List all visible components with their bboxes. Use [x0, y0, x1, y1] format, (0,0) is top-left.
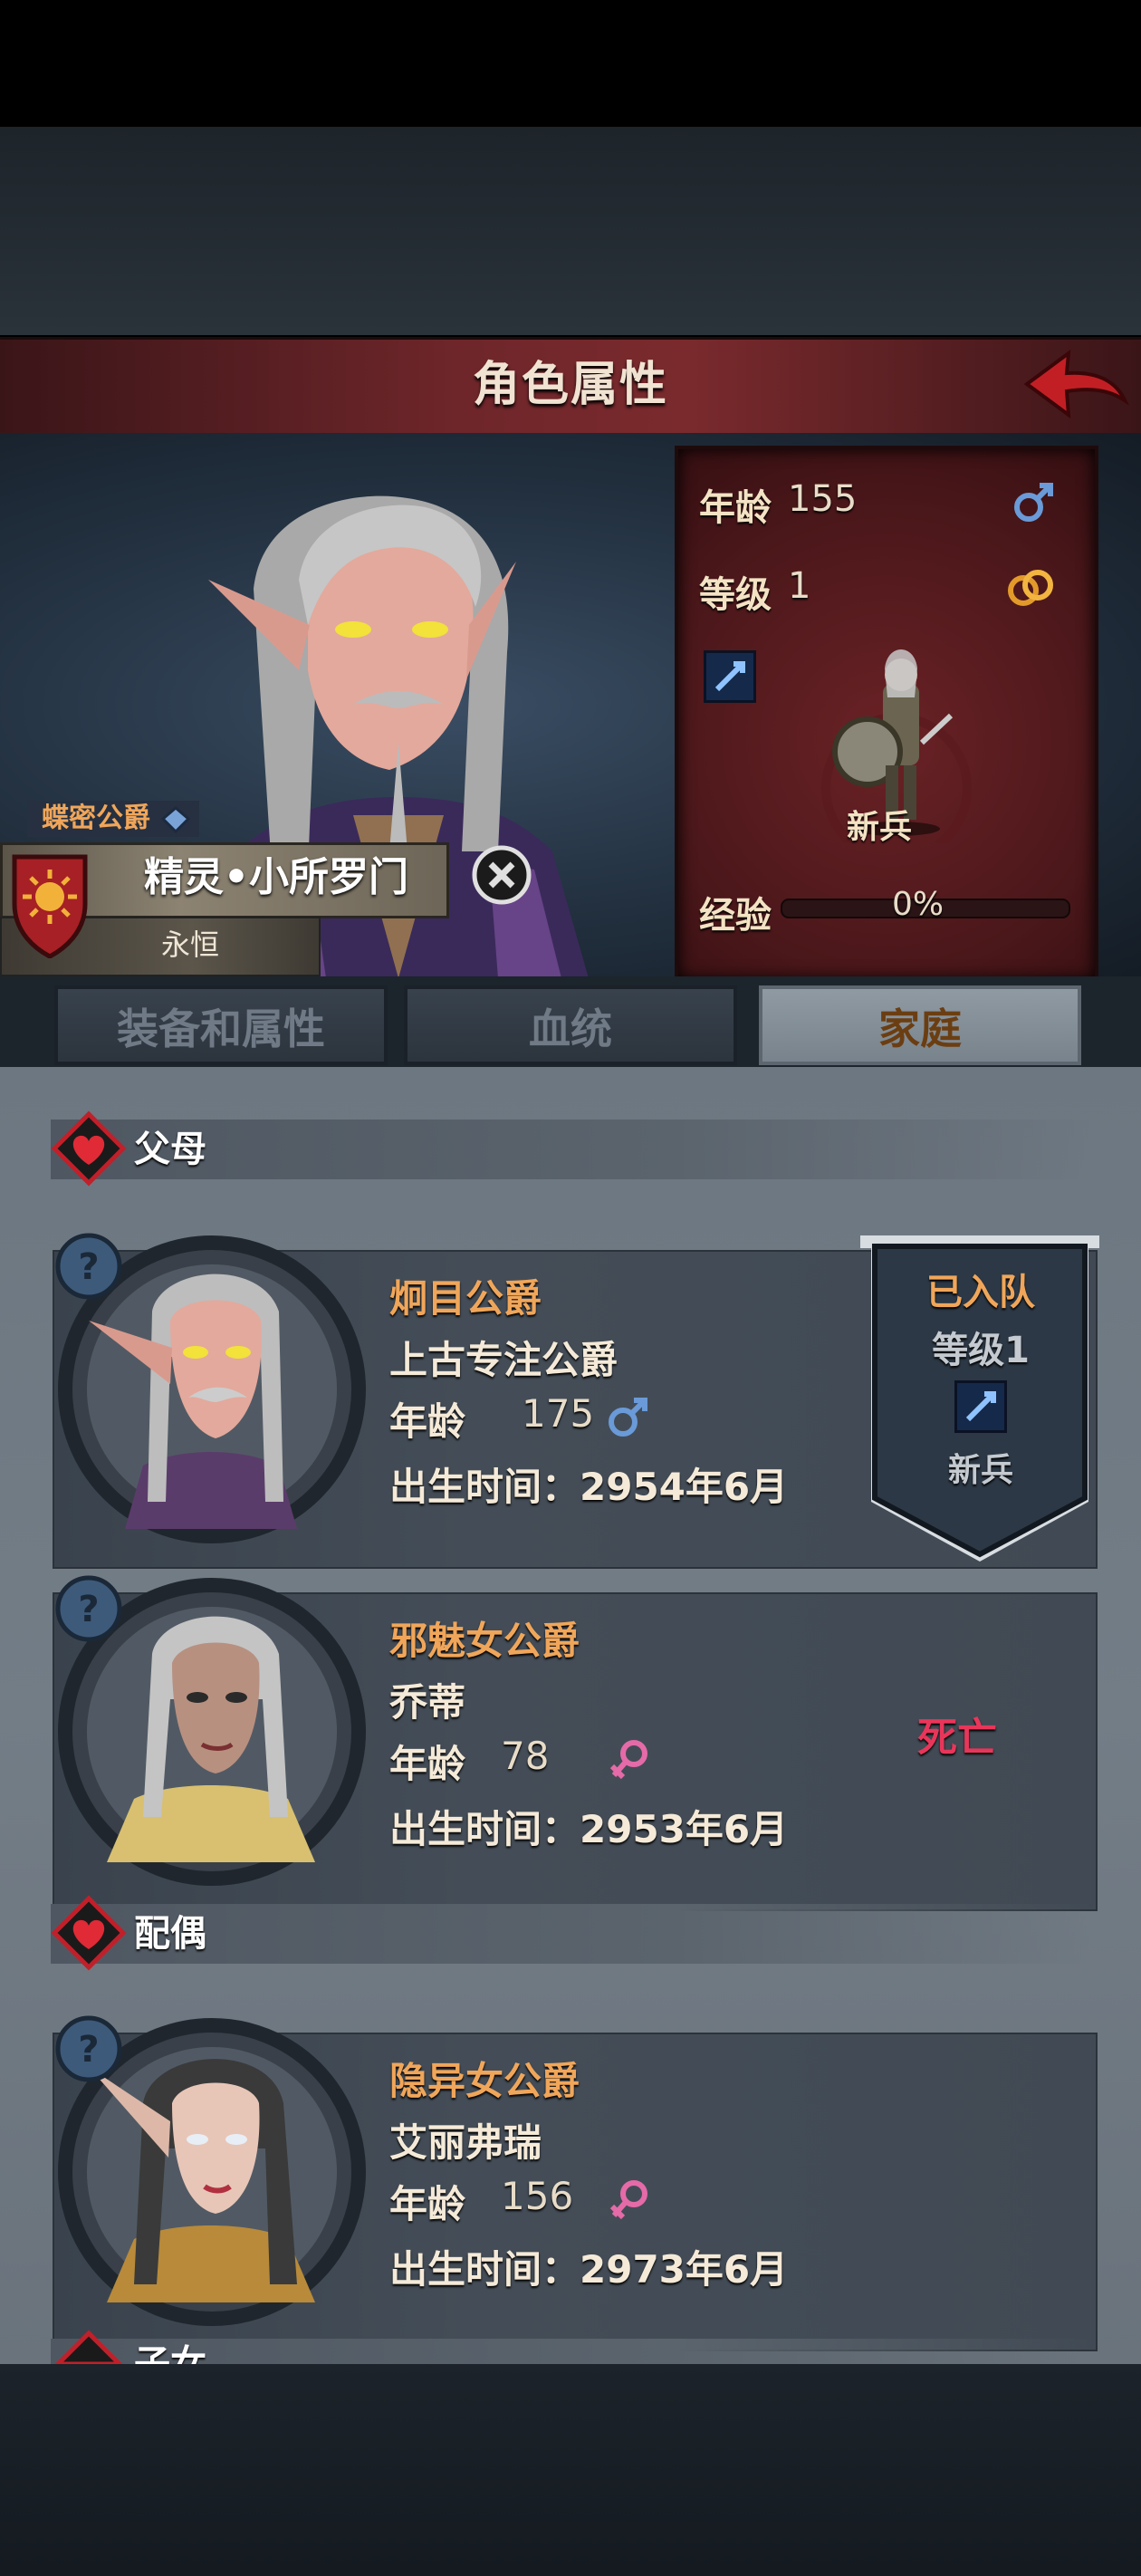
- heart-icon: [51, 1895, 127, 1971]
- female-icon: [609, 1740, 647, 1780]
- age-value: 155: [788, 478, 858, 520]
- member-title: 邪魅女公爵: [389, 1619, 580, 1663]
- member-name: 乔蒂: [389, 1680, 466, 1725]
- age-label: 年龄: [699, 487, 772, 529]
- banner-level: 等级1: [932, 1330, 1030, 1371]
- tab-equipment[interactable]: 装备和属性: [54, 985, 388, 1065]
- soldier-class-label: 新兵: [847, 809, 913, 846]
- family-member-card[interactable]: ? 邪魅女公爵 乔蒂 年龄 78 出生时间：2953年6月 死亡: [53, 1572, 1098, 1911]
- upper-background: [0, 127, 1141, 335]
- member-age: 175: [522, 1391, 595, 1436]
- member-title: 隐异女公爵: [389, 2059, 580, 2103]
- heart-icon: [51, 1110, 127, 1187]
- exp-label: 经验: [699, 895, 772, 937]
- close-icon: [472, 845, 532, 905]
- svg-text:?: ?: [78, 1246, 99, 1288]
- level-label: 等级: [699, 574, 772, 616]
- sun-shield-icon: [12, 854, 88, 958]
- member-age-label: 年龄: [389, 2182, 466, 2226]
- level-value: 1: [788, 565, 811, 607]
- parents-section-bar: [51, 1120, 1092, 1179]
- exp-value: 0%: [892, 886, 944, 923]
- children-section-bar: [51, 2339, 1092, 2364]
- male-icon: [609, 1398, 647, 1437]
- close-button[interactable]: [471, 844, 532, 906]
- member-age-label: 年龄: [389, 1399, 466, 1444]
- rings-icon: [1008, 570, 1053, 606]
- sword-class-icon: [704, 650, 756, 703]
- back-button[interactable]: [1021, 344, 1130, 424]
- member-age-label: 年龄: [389, 1742, 466, 1786]
- page-title: 角色属性: [472, 358, 668, 412]
- member-birth: 出生时间：2973年6月: [389, 2247, 789, 2292]
- banner-class: 新兵: [947, 1452, 1013, 1489]
- parents-label: 父母: [134, 1129, 206, 1170]
- tab-bloodline[interactable]: 血统: [404, 985, 737, 1065]
- character-name: 精灵•小所罗门: [143, 854, 409, 900]
- member-age: 156: [501, 2174, 574, 2218]
- banner-status: 已入队: [926, 1272, 1035, 1313]
- spouse-label: 配偶: [134, 1913, 206, 1955]
- heart-icon: [54, 2330, 123, 2364]
- member-birth: 出生时间：2954年6月: [389, 1465, 789, 1509]
- children-label: 子女: [134, 2343, 206, 2364]
- member-age: 78: [501, 1734, 550, 1778]
- help-icon[interactable]: ?: [53, 2013, 125, 2085]
- tab-family[interactable]: 家庭: [759, 985, 1081, 1065]
- rank-icon: [161, 806, 190, 833]
- family-member-card[interactable]: ? 隐异女公爵 艾丽弗瑞 年龄 156 出生时间：2973年6月: [53, 2013, 1098, 2351]
- member-name: 上古专注公爵: [389, 1338, 618, 1382]
- male-icon: [1014, 483, 1053, 522]
- member-birth: 出生时间：2953年6月: [389, 1807, 789, 1851]
- svg-text:?: ?: [78, 1589, 99, 1630]
- status-area: [0, 0, 1141, 127]
- svg-text:?: ?: [78, 2029, 99, 2071]
- spouse-section-bar: [51, 1904, 1092, 1964]
- sword-class-icon: [954, 1380, 1007, 1433]
- bottom-bar: [0, 2364, 1141, 2576]
- member-title: 炯目公爵: [389, 1276, 542, 1321]
- member-name: 艾丽弗瑞: [389, 2120, 542, 2165]
- character-subtitle: 永恒: [160, 928, 219, 962]
- children-label-clip: 子女: [134, 2342, 206, 2364]
- member-status: 死亡: [917, 1715, 997, 1761]
- help-icon[interactable]: ?: [53, 1230, 125, 1302]
- female-icon: [609, 2180, 647, 2220]
- help-icon[interactable]: ?: [53, 1572, 125, 1645]
- back-arrow-icon: [1023, 349, 1129, 419]
